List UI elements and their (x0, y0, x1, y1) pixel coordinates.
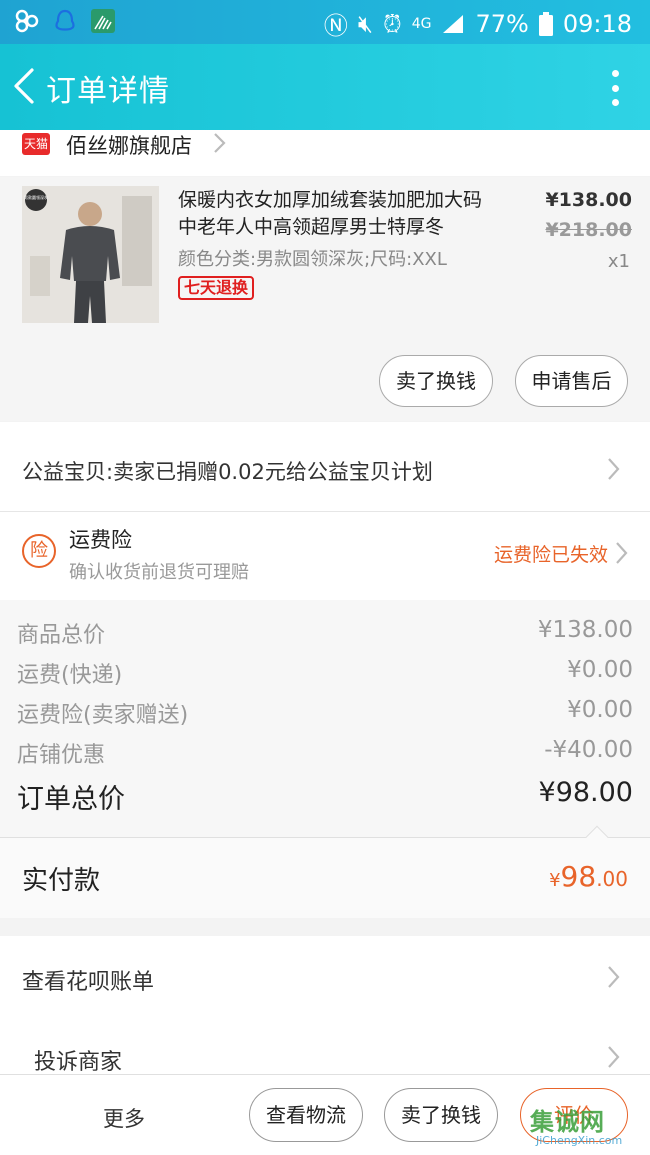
paid-amount-row: 实付款 ¥98.00 (0, 825, 650, 918)
battery-percent: 77% (475, 9, 529, 38)
charity-row[interactable]: 公益宝贝:卖家已捐赠0.02元给公益宝贝计划 (0, 422, 650, 512)
more-button[interactable]: 更多 (103, 1103, 145, 1133)
summary-label: 运费险(卖家赠送) (17, 703, 189, 728)
order-total-label: 订单总价 (17, 784, 125, 815)
paid-label: 实付款 (22, 866, 101, 896)
product-image-caption: 男款圆领深灰 (24, 194, 48, 200)
resell-button[interactable]: 卖了换钱 (379, 355, 493, 407)
product-image[interactable]: 男款圆领深灰 (22, 186, 159, 323)
summary-label: 商品总价 (17, 623, 106, 648)
qq-notification-icon (55, 9, 75, 31)
app-notification-icon (15, 9, 39, 33)
summary-value: ¥0.00 (567, 657, 633, 683)
back-arrow-icon[interactable] (10, 66, 38, 106)
alarm-icon: ⏰︎ (382, 9, 402, 38)
actions-list: 查看花呗账单 投诉商家 (0, 936, 650, 1076)
insurance-icon: 险 (22, 534, 56, 568)
product-quantity: x1 (607, 251, 630, 272)
paid-value: ¥98.00 (549, 860, 628, 893)
summary-value: -¥40.00 (544, 737, 633, 763)
chevron-right-icon (214, 133, 226, 153)
tmall-badge: 天猫 (22, 133, 50, 155)
huabei-bill-label: 查看花呗账单 (22, 970, 155, 995)
after-sales-button[interactable]: 申请售后 (515, 355, 628, 407)
nav-bar: 订单详情 (0, 44, 650, 130)
paid-currency: ¥ (549, 870, 561, 891)
site-watermark: 集诚网 JiChengXin.com (530, 1102, 648, 1152)
price-summary: 商品总价 ¥138.00 运费(快递) ¥0.00 运费险(卖家赠送) ¥0.0… (0, 600, 650, 838)
summary-label: 店铺优惠 (17, 743, 106, 768)
return-policy-tag: 七天退换 (178, 276, 255, 300)
shipping-insurance-row[interactable]: 险 运费险 确认收货前退货可理赔 运费险已失效 (0, 512, 650, 600)
watermark-url: JiChengXin.com (536, 1134, 623, 1147)
insurance-subtitle: 确认收货前退货可理赔 (69, 562, 249, 583)
status-bar: Ⓝ 🔇︎ ⏰︎ 4G 77% 09:18 (0, 0, 650, 44)
shop-name[interactable]: 佰丝娜旗舰店 (66, 130, 192, 160)
product-price: ¥138.00 (545, 189, 632, 211)
product-original-price: ¥218.00 (545, 219, 632, 241)
clock: 09:18 (562, 9, 632, 38)
app-notification-icon-2 (91, 9, 115, 33)
watermark-logo-text: 集诚网 (530, 1108, 605, 1136)
charity-text: 公益宝贝:卖家已捐赠0.02元给公益宝贝计划 (22, 460, 433, 484)
insurance-title: 运费险 (69, 528, 132, 552)
network-type: 4G (411, 15, 432, 32)
paid-integer: 98 (560, 860, 597, 893)
summary-value: ¥0.00 (567, 697, 633, 723)
more-menu-icon[interactable] (610, 70, 620, 106)
chevron-right-icon (616, 542, 628, 564)
chevron-right-icon (608, 458, 620, 480)
page-title: 订单详情 (46, 74, 170, 109)
summary-value: ¥138.00 (537, 617, 633, 643)
complain-merchant-label: 投诉商家 (34, 1050, 123, 1075)
view-logistics-button[interactable]: 查看物流 (249, 1088, 363, 1142)
huabei-bill-row[interactable]: 查看花呗账单 (0, 942, 650, 1012)
paid-decimal: .00 (596, 867, 628, 891)
signal-icon (443, 14, 464, 33)
resell-button-bottom[interactable]: 卖了换钱 (384, 1088, 498, 1142)
order-total-value: ¥98.00 (538, 777, 633, 808)
shop-row[interactable]: 天猫 佰丝娜旗舰店 (0, 130, 650, 176)
product-title[interactable]: 保暖内衣女加厚加绒套装加肥加大码中老年人中高领超厚男士特厚冬 (178, 187, 500, 241)
chevron-right-icon (608, 966, 620, 988)
product-card[interactable]: 男款圆领深灰 保暖内衣女加厚加绒套装加肥加大码中老年人中高领超厚男士特厚冬 颜色… (0, 177, 650, 421)
insurance-status: 运费险已失效 (493, 544, 608, 566)
nfc-icon: Ⓝ (323, 12, 348, 40)
battery-icon (538, 11, 553, 36)
mute-icon: 🔇︎ (357, 9, 373, 38)
summary-label: 运费(快递) (17, 663, 123, 688)
chevron-right-icon (608, 1046, 620, 1068)
product-sku: 颜色分类:男款圆领深灰;尺码:XXL (178, 249, 447, 270)
product-photo: 男款圆领深灰 (22, 186, 159, 323)
